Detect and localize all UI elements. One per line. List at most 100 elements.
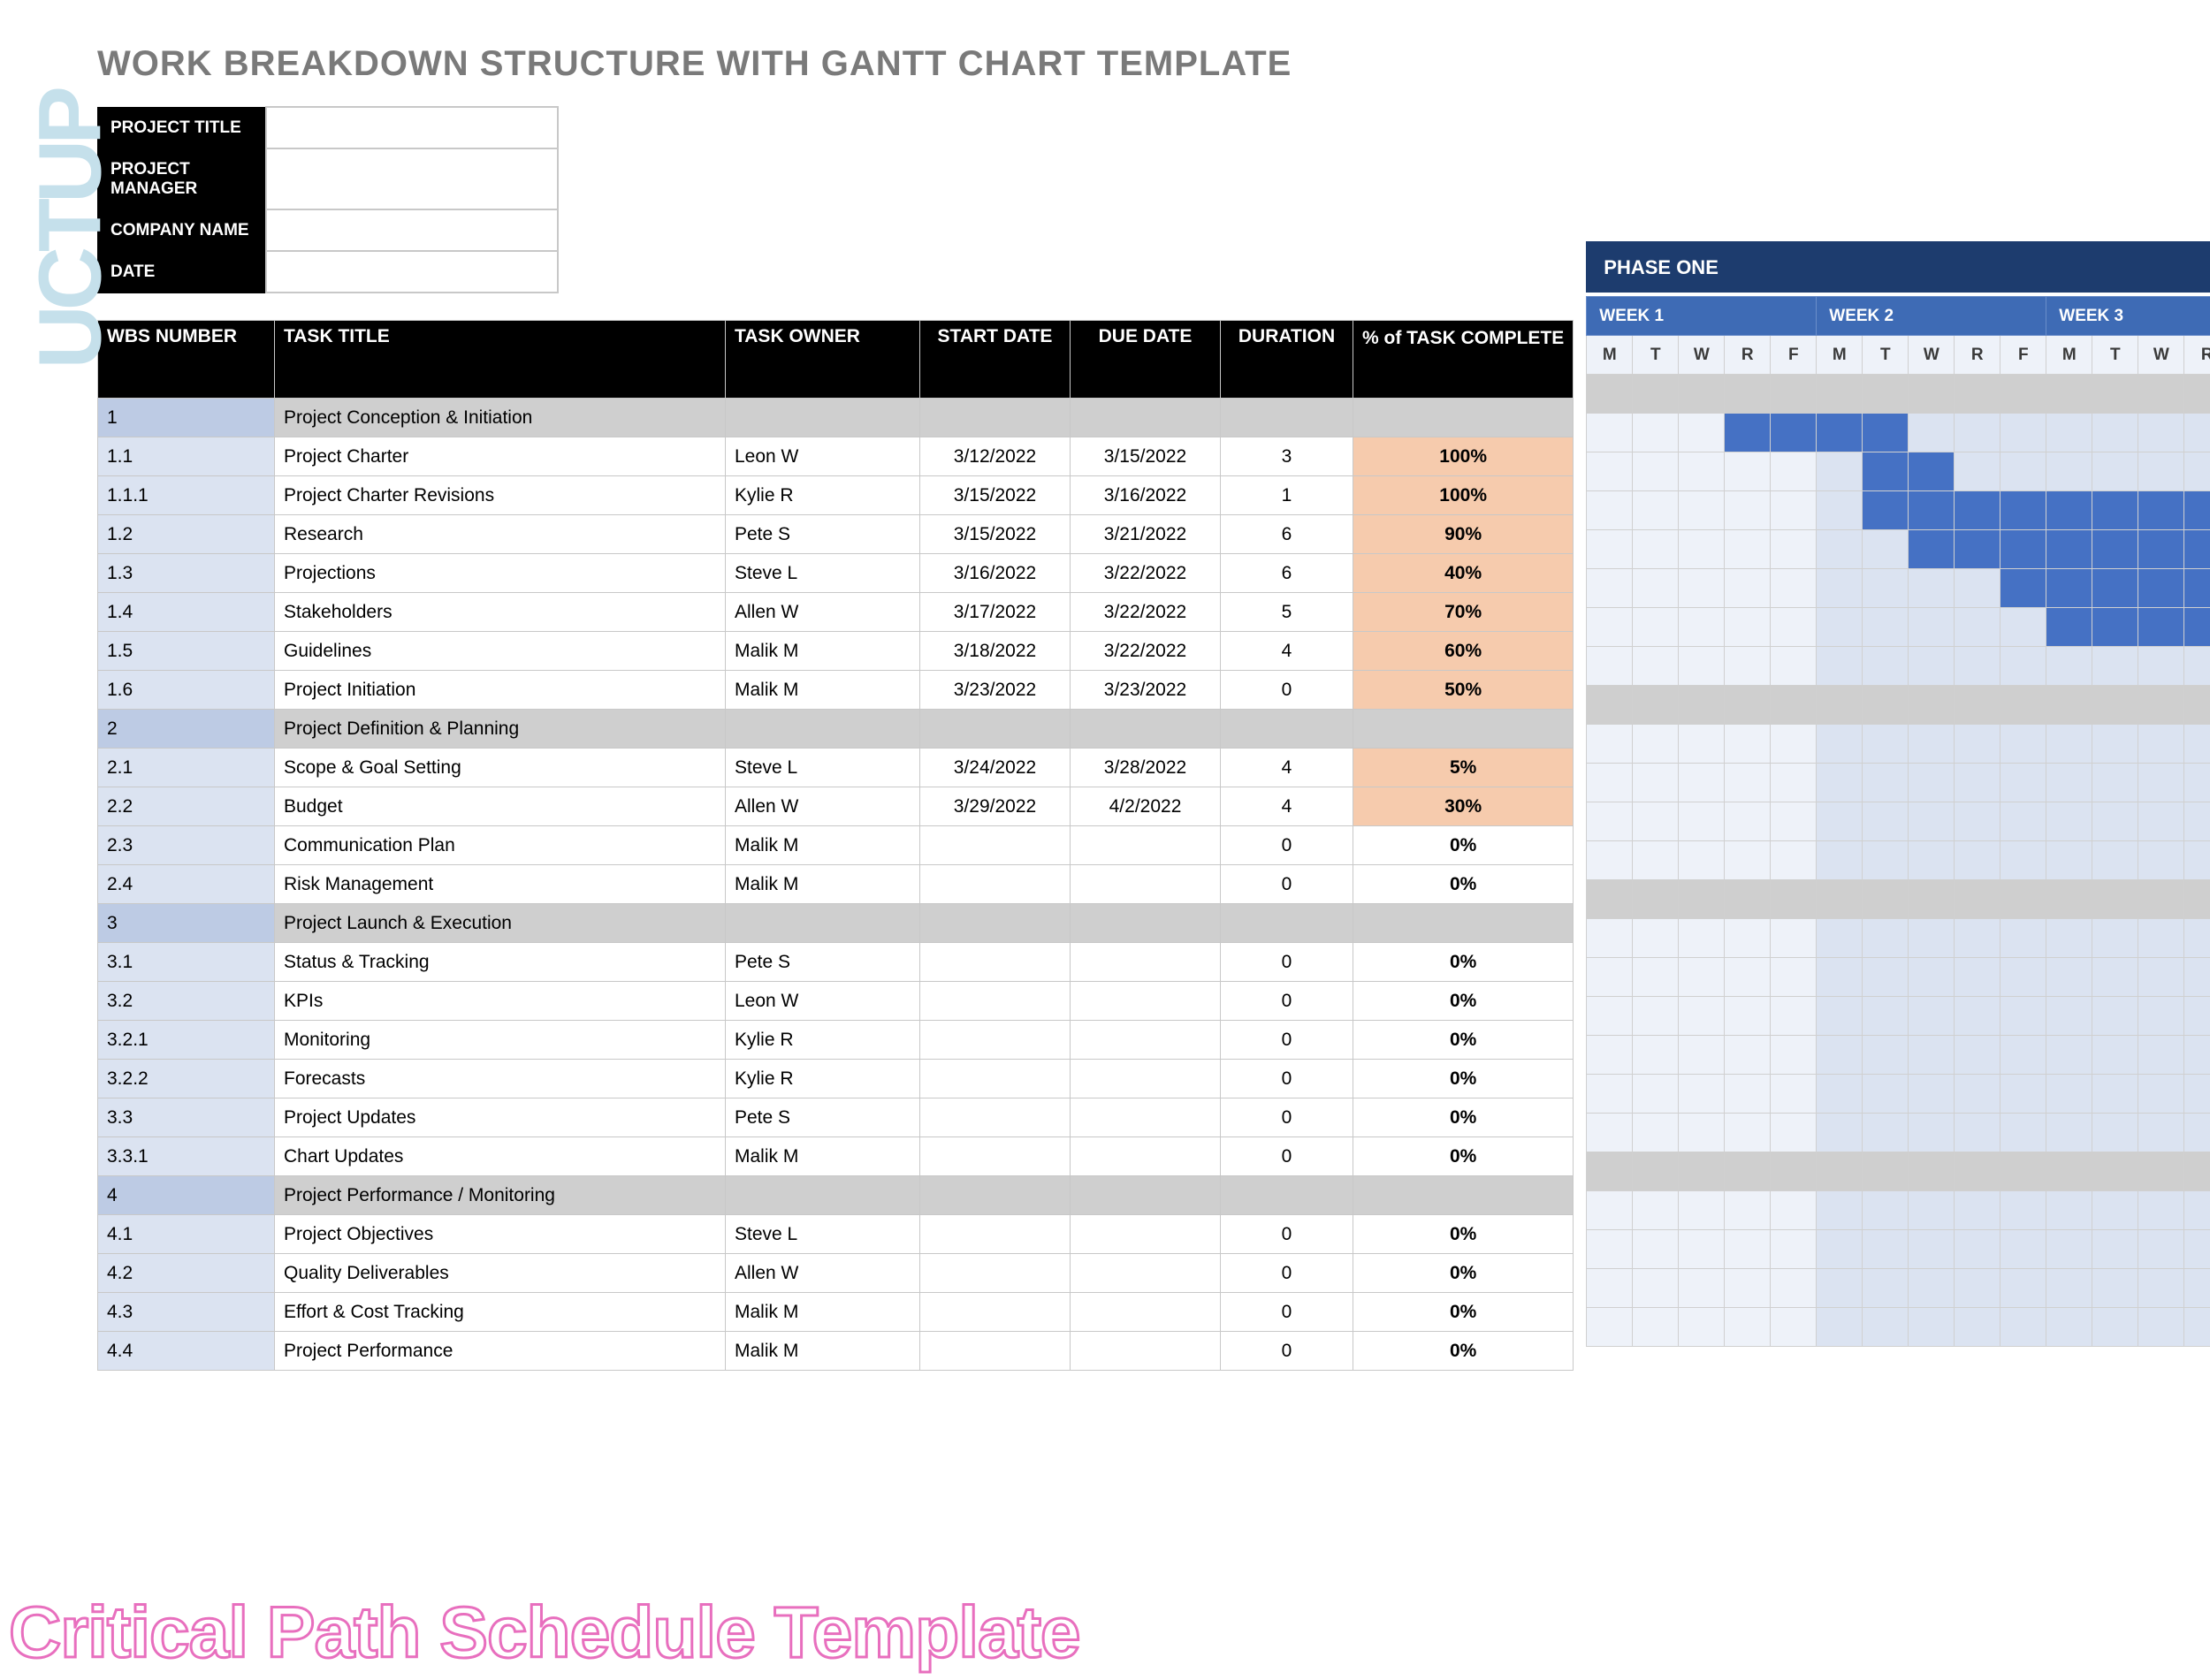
cell-owner[interactable]: Steve L [726, 1215, 920, 1254]
cell-owner[interactable]: Malik M [726, 632, 920, 671]
table-row[interactable]: 1.5GuidelinesMalik M3/18/20223/22/202246… [98, 632, 1574, 671]
cell-dur[interactable]: 0 [1221, 671, 1353, 710]
cell-start[interactable] [920, 399, 1071, 437]
cell-wbs[interactable]: 4.4 [98, 1332, 275, 1371]
cell-dur[interactable] [1221, 710, 1353, 749]
cell-start[interactable]: 3/23/2022 [920, 671, 1071, 710]
cell-dur[interactable]: 0 [1221, 1060, 1353, 1098]
input-project-manager[interactable] [266, 148, 558, 209]
cell-due[interactable] [1071, 982, 1221, 1021]
cell-owner[interactable]: Leon W [726, 437, 920, 476]
cell-owner[interactable]: Kylie R [726, 1021, 920, 1060]
table-row[interactable]: 1.3ProjectionsSteve L3/16/20223/22/20226… [98, 554, 1574, 593]
cell-title[interactable]: Project Launch & Execution [275, 904, 726, 943]
table-row[interactable]: 4Project Performance / Monitoring [98, 1176, 1574, 1215]
cell-owner[interactable]: Leon W [726, 982, 920, 1021]
cell-pct[interactable]: 5% [1353, 749, 1574, 787]
cell-owner[interactable] [726, 399, 920, 437]
cell-start[interactable] [920, 1021, 1071, 1060]
cell-due[interactable] [1071, 1332, 1221, 1371]
cell-due[interactable]: 3/22/2022 [1071, 593, 1221, 632]
table-row[interactable]: 2.3Communication PlanMalik M00% [98, 826, 1574, 865]
cell-owner[interactable]: Pete S [726, 1098, 920, 1137]
table-row[interactable]: 3.2.1MonitoringKylie R00% [98, 1021, 1574, 1060]
cell-dur[interactable]: 0 [1221, 1293, 1353, 1332]
table-row[interactable]: 4.4Project PerformanceMalik M00% [98, 1332, 1574, 1371]
table-row[interactable]: 4.1Project ObjectivesSteve L00% [98, 1215, 1574, 1254]
cell-pct[interactable] [1353, 1176, 1574, 1215]
cell-start[interactable]: 3/24/2022 [920, 749, 1071, 787]
cell-dur[interactable]: 0 [1221, 1254, 1353, 1293]
cell-due[interactable]: 3/28/2022 [1071, 749, 1221, 787]
cell-dur[interactable]: 5 [1221, 593, 1353, 632]
cell-owner[interactable] [726, 904, 920, 943]
cell-wbs[interactable]: 4.3 [98, 1293, 275, 1332]
cell-wbs[interactable]: 3.3.1 [98, 1137, 275, 1176]
cell-title[interactable]: Project Definition & Planning [275, 710, 726, 749]
cell-title[interactable]: Project Performance / Monitoring [275, 1176, 726, 1215]
cell-owner[interactable] [726, 1176, 920, 1215]
table-row[interactable]: 3.1Status & TrackingPete S00% [98, 943, 1574, 982]
cell-title[interactable]: Research [275, 515, 726, 554]
cell-pct[interactable]: 70% [1353, 593, 1574, 632]
cell-pct[interactable]: 0% [1353, 1137, 1574, 1176]
cell-start[interactable]: 3/16/2022 [920, 554, 1071, 593]
cell-dur[interactable]: 3 [1221, 437, 1353, 476]
cell-dur[interactable]: 0 [1221, 1098, 1353, 1137]
cell-due[interactable]: 3/21/2022 [1071, 515, 1221, 554]
cell-pct[interactable]: 100% [1353, 476, 1574, 515]
table-row[interactable]: 1.1.1Project Charter RevisionsKylie R3/1… [98, 476, 1574, 515]
cell-pct[interactable]: 30% [1353, 787, 1574, 826]
cell-dur[interactable]: 0 [1221, 865, 1353, 904]
cell-dur[interactable]: 0 [1221, 1137, 1353, 1176]
cell-title[interactable]: Project Updates [275, 1098, 726, 1137]
table-row[interactable]: 4.3Effort & Cost TrackingMalik M00% [98, 1293, 1574, 1332]
cell-due[interactable] [1071, 943, 1221, 982]
cell-start[interactable]: 3/12/2022 [920, 437, 1071, 476]
cell-start[interactable] [920, 1332, 1071, 1371]
cell-owner[interactable]: Malik M [726, 1332, 920, 1371]
cell-due[interactable] [1071, 1293, 1221, 1332]
cell-title[interactable]: Quality Deliverables [275, 1254, 726, 1293]
cell-pct[interactable]: 0% [1353, 1215, 1574, 1254]
cell-title[interactable]: Project Charter Revisions [275, 476, 726, 515]
cell-pct[interactable]: 0% [1353, 1332, 1574, 1371]
cell-title[interactable]: Status & Tracking [275, 943, 726, 982]
cell-title[interactable]: Project Conception & Initiation [275, 399, 726, 437]
cell-dur[interactable] [1221, 399, 1353, 437]
cell-dur[interactable]: 6 [1221, 515, 1353, 554]
cell-owner[interactable]: Malik M [726, 1293, 920, 1332]
cell-pct[interactable] [1353, 710, 1574, 749]
cell-wbs[interactable]: 3.1 [98, 943, 275, 982]
cell-start[interactable] [920, 1137, 1071, 1176]
cell-title[interactable]: Guidelines [275, 632, 726, 671]
cell-wbs[interactable]: 3.3 [98, 1098, 275, 1137]
cell-pct[interactable]: 90% [1353, 515, 1574, 554]
cell-title[interactable]: Stakeholders [275, 593, 726, 632]
cell-owner[interactable]: Steve L [726, 554, 920, 593]
cell-wbs[interactable]: 2.2 [98, 787, 275, 826]
cell-dur[interactable]: 6 [1221, 554, 1353, 593]
cell-start[interactable]: 3/29/2022 [920, 787, 1071, 826]
cell-owner[interactable]: Allen W [726, 1254, 920, 1293]
cell-due[interactable] [1071, 1137, 1221, 1176]
cell-title[interactable]: Budget [275, 787, 726, 826]
cell-wbs[interactable]: 2.1 [98, 749, 275, 787]
table-row[interactable]: 1.6Project InitiationMalik M3/23/20223/2… [98, 671, 1574, 710]
cell-due[interactable]: 3/22/2022 [1071, 632, 1221, 671]
cell-owner[interactable]: Allen W [726, 787, 920, 826]
table-row[interactable]: 2.1Scope & Goal SettingSteve L3/24/20223… [98, 749, 1574, 787]
input-project-title[interactable] [266, 107, 558, 148]
cell-title[interactable]: Effort & Cost Tracking [275, 1293, 726, 1332]
table-row[interactable]: 2Project Definition & Planning [98, 710, 1574, 749]
cell-pct[interactable]: 0% [1353, 826, 1574, 865]
cell-wbs[interactable]: 1 [98, 399, 275, 437]
cell-owner[interactable]: Malik M [726, 671, 920, 710]
cell-dur[interactable]: 1 [1221, 476, 1353, 515]
cell-wbs[interactable]: 3 [98, 904, 275, 943]
cell-wbs[interactable]: 4.1 [98, 1215, 275, 1254]
cell-due[interactable] [1071, 1060, 1221, 1098]
cell-title[interactable]: Project Objectives [275, 1215, 726, 1254]
cell-dur[interactable]: 4 [1221, 749, 1353, 787]
cell-dur[interactable]: 0 [1221, 1332, 1353, 1371]
